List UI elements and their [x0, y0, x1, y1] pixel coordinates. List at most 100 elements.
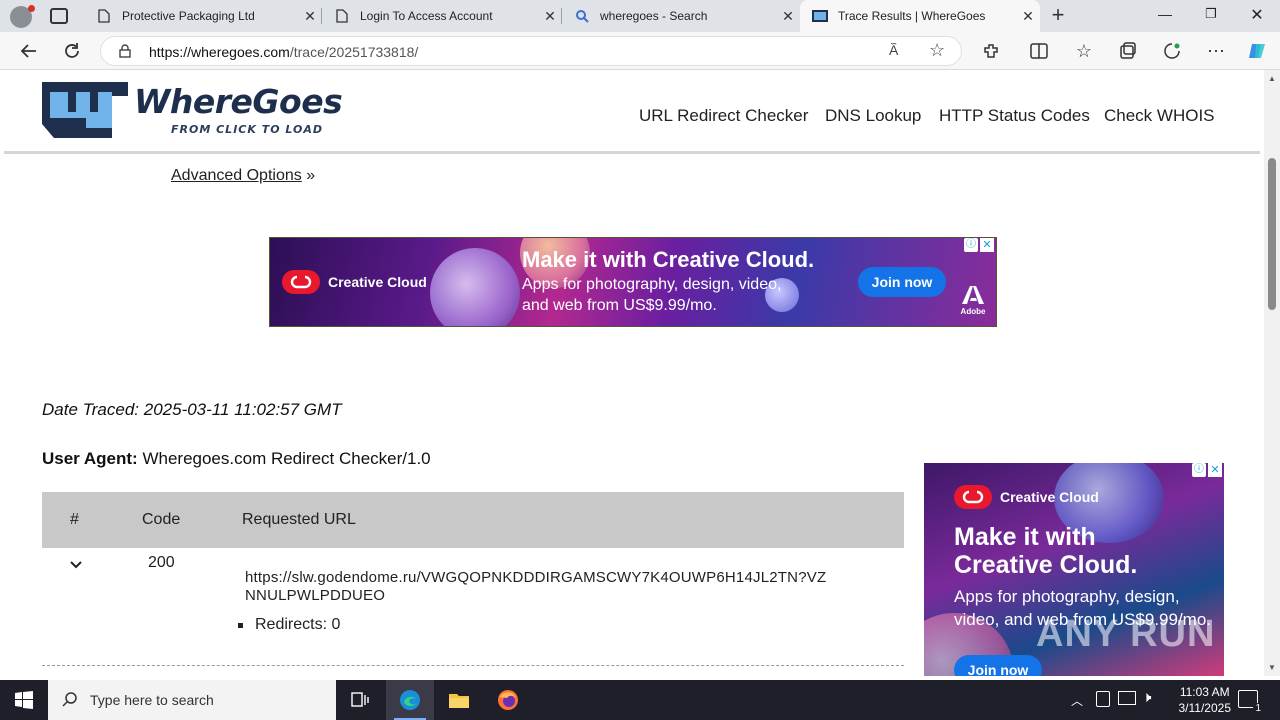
url-text: https://wheregoes.com/trace/20251733818/ [149, 44, 418, 60]
column-header-number: # [70, 511, 79, 528]
network-icon[interactable] [1118, 691, 1136, 705]
date-traced-label: Date Traced: [42, 400, 140, 419]
notification-icon[interactable]: 1 [1238, 690, 1263, 714]
ad-headline: Make it with Creative Cloud. [522, 247, 815, 272]
lock-icon[interactable] [119, 44, 131, 63]
browser-essentials-icon[interactable] [1158, 37, 1186, 65]
date-traced: Date Traced: 2025-03-11 11:02:57 GMT [42, 400, 342, 420]
firefox-icon[interactable] [484, 680, 532, 720]
nav-url-redirect-checker[interactable]: URL Redirect Checker [639, 106, 808, 126]
scroll-up-arrow-icon[interactable]: ▲ [1268, 74, 1276, 83]
close-icon[interactable]: ✕ [538, 8, 562, 25]
search-icon [62, 691, 78, 710]
clock-date: 3/11/2025 [1178, 701, 1232, 715]
creative-cloud-icon [954, 485, 992, 509]
tab-title: Protective Packaging Ltd [122, 9, 255, 23]
nav-check-whois[interactable]: Check WHOIS [1104, 106, 1215, 126]
side-ad-brand-label: Creative Cloud [1000, 489, 1099, 505]
table-row: 200 https://slw.godendome.ru/VWGQOPNKDDD… [42, 548, 904, 666]
side-ad-info-icon[interactable]: ⓘ [1192, 463, 1206, 477]
url-path: /trace/20251733818/ [289, 44, 419, 60]
advanced-options-suffix: » [306, 167, 316, 184]
requested-url-line-1: https://slw.godendome.ru/VWGQOPNKDDDIRGA… [245, 569, 827, 586]
clock-time: 11:03 AM [1179, 685, 1230, 699]
refresh-icon[interactable] [58, 37, 86, 65]
taskbar-search-placeholder: Type here to search [90, 692, 214, 708]
address-bar-row: https://wheregoes.com/trace/20251733818/… [0, 32, 1280, 70]
taskbar-search-box[interactable]: Type here to search [48, 680, 336, 720]
nav-dns-lookup[interactable]: DNS Lookup [825, 106, 921, 126]
minimize-button[interactable]: — [1150, 6, 1180, 26]
scroll-thumb[interactable] [1268, 158, 1276, 310]
search-icon [574, 8, 590, 24]
tab-trace-results[interactable]: Trace Results | WhereGoes ✕ [800, 0, 1040, 32]
requested-url[interactable]: https://slw.godendome.ru/VWGQOPNKDDDIRGA… [245, 569, 905, 605]
site-header: WhereGoes FROM CLICK TO LOAD URL Redirec… [4, 70, 1260, 154]
taskbar-clock[interactable]: 11:03 AM 3/11/2025 [1179, 684, 1232, 716]
windows-start-icon[interactable] [0, 680, 48, 720]
scroll-down-arrow-icon[interactable]: ▼ [1268, 663, 1276, 672]
collections-icon[interactable] [1114, 37, 1142, 65]
close-icon[interactable]: ✕ [298, 8, 322, 25]
tab-title: wheregoes - Search [600, 9, 708, 23]
page-viewport: WhereGoes FROM CLICK TO LOAD URL Redirec… [0, 70, 1280, 676]
redirects-item: Redirects: 0 [238, 616, 340, 634]
column-header-url: Requested URL [242, 511, 356, 528]
ad-brand: Creative Cloud [282, 270, 427, 294]
split-screen-icon[interactable] [1025, 37, 1053, 65]
volume-icon[interactable]: 🕨 [1142, 689, 1151, 706]
tab-search[interactable]: wheregoes - Search ✕ [562, 0, 800, 32]
ad-close-icon[interactable]: ✕ [980, 238, 994, 252]
side-ad[interactable]: Creative Cloud Make it with Creative Clo… [924, 463, 1224, 676]
tab-login[interactable]: Login To Access Account ✕ [322, 0, 562, 32]
ad-info-icon[interactable]: ⓘ [964, 238, 978, 252]
favorites-icon[interactable]: ☆ [1070, 37, 1098, 65]
windows-taskbar: Type here to search ︿ 🕨 11:03 AM 3/11/20… [0, 680, 1280, 720]
user-agent-label: User Agent: [42, 449, 138, 468]
logo-tagline: FROM CLICK TO LOAD [171, 123, 324, 136]
ad-body: Apps for photography, design, video, and… [522, 276, 782, 314]
wheregoes-logo-icon[interactable] [42, 82, 128, 143]
advanced-options-link[interactable]: Advanced Options [171, 167, 302, 184]
address-bar[interactable]: https://wheregoes.com/trace/20251733818/… [100, 36, 962, 66]
advanced-options: Advanced Options » [171, 167, 315, 185]
edge-taskbar-icon[interactable] [386, 680, 434, 720]
close-icon[interactable]: ✕ [776, 8, 800, 25]
side-ad-close-icon[interactable]: ✕ [1208, 463, 1222, 477]
read-aloud-icon[interactable]: A᷈ [889, 42, 898, 58]
page-scrollbar[interactable]: ▲ ▼ [1264, 70, 1280, 676]
bullet-icon [238, 622, 243, 628]
side-ad-brand: Creative Cloud [954, 485, 1099, 509]
close-icon[interactable]: ✕ [1016, 8, 1040, 25]
chevron-down-icon[interactable] [70, 556, 82, 574]
file-explorer-icon[interactable] [435, 680, 483, 720]
status-code: 200 [148, 554, 175, 571]
extensions-icon[interactable] [977, 37, 1005, 65]
page-icon [334, 8, 350, 24]
favorite-star-icon[interactable]: ☆ [929, 40, 945, 61]
ad-join-now-button[interactable]: Join now [858, 267, 946, 297]
tray-chevron-icon[interactable]: ︿ [1071, 692, 1083, 709]
table-header: # Code Requested URL [42, 492, 904, 548]
tray-device-icon[interactable] [1096, 691, 1110, 707]
logo-text[interactable]: WhereGoes [134, 82, 343, 121]
restore-button[interactable]: ❐ [1196, 6, 1226, 26]
side-ad-join-now-button[interactable]: Join now [954, 655, 1042, 676]
user-agent-value: Wheregoes.com Redirect Checker/1.0 [142, 449, 431, 468]
nav-http-status-codes[interactable]: HTTP Status Codes [939, 106, 1090, 126]
close-window-button[interactable]: ✕ [1242, 5, 1272, 25]
redirects-count: Redirects: 0 [255, 616, 341, 633]
profile-icon[interactable] [10, 5, 35, 28]
new-tab-button[interactable]: + [1046, 4, 1070, 28]
banner-ad[interactable]: Creative Cloud Make it with Creative Clo… [269, 237, 997, 327]
tab-actions-icon[interactable] [50, 8, 68, 24]
more-menu-icon[interactable]: ⋯ [1202, 37, 1230, 65]
copilot-icon[interactable] [1244, 37, 1272, 65]
browser-tab-bar: Protective Packaging Ltd ✕ Login To Acce… [0, 0, 1280, 32]
anyrun-watermark: ANY RUN [1036, 613, 1216, 655]
task-view-icon[interactable] [336, 680, 384, 720]
column-header-code: Code [142, 511, 181, 528]
tab-protective-packaging[interactable]: Protective Packaging Ltd ✕ [84, 0, 322, 32]
adobe-logo-icon: Adobe [960, 286, 986, 316]
back-arrow-icon[interactable] [14, 37, 42, 65]
